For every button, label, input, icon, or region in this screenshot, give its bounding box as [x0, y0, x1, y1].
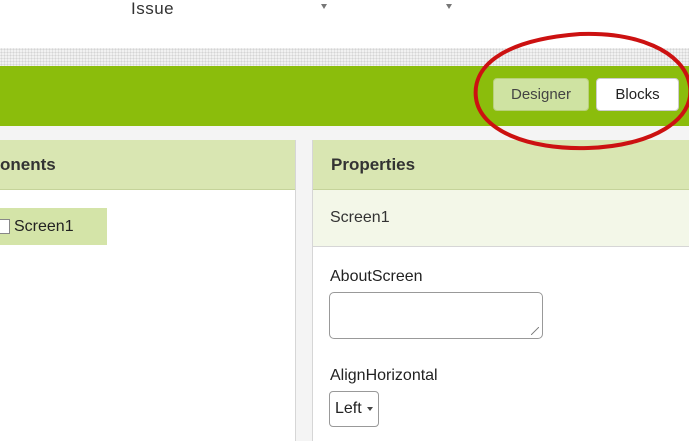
- align-horizontal-select[interactable]: Left: [329, 391, 379, 427]
- tree-item-screen1[interactable]: Screen1: [0, 208, 107, 245]
- selected-component-name: Screen1: [313, 190, 689, 247]
- align-horizontal-label: AlignHorizontal: [330, 367, 438, 384]
- about-screen-textarea[interactable]: [329, 292, 543, 339]
- chevron-down-icon[interactable]: [321, 4, 327, 9]
- align-horizontal-value: Left: [335, 400, 362, 417]
- chevron-down-icon: [366, 407, 373, 411]
- issue-menu[interactable]: Issue: [131, 2, 174, 16]
- top-menu-bar: Issue: [0, 0, 689, 48]
- properties-header: Properties: [313, 140, 689, 190]
- separator-strip: [0, 48, 689, 66]
- components-header: onents: [0, 140, 295, 190]
- chevron-down-icon[interactable]: [446, 4, 452, 9]
- resize-grip-icon[interactable]: [531, 327, 539, 335]
- properties-panel: Properties Screen1 AboutScreen AlignHori…: [312, 140, 689, 441]
- editor-toolbar: Designer Blocks: [0, 66, 689, 126]
- tree-item-label: Screen1: [14, 217, 74, 235]
- blocks-button[interactable]: Blocks: [596, 78, 679, 111]
- components-panel: onents Screen1: [0, 140, 296, 441]
- about-screen-label: AboutScreen: [330, 268, 423, 285]
- collapse-toggle-icon[interactable]: [0, 219, 10, 234]
- designer-button[interactable]: Designer: [493, 78, 589, 111]
